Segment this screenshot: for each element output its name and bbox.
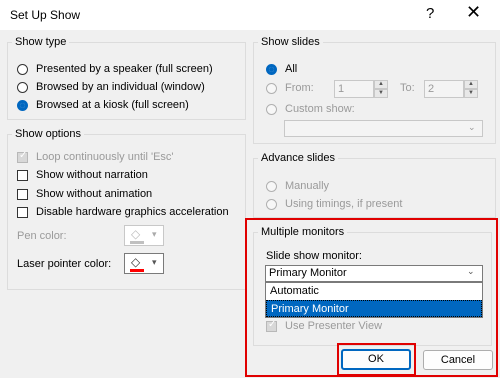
to-spin-up[interactable]: ▲ xyxy=(464,80,478,89)
laser-color-swatch xyxy=(130,269,144,272)
presented-by-speaker-radio[interactable] xyxy=(17,64,28,75)
advance-slides-legend: Advance slides xyxy=(258,152,338,164)
custom-show-select[interactable]: ⌄ xyxy=(284,120,483,137)
laser-pointer-color-label: Laser pointer color: xyxy=(17,258,112,270)
show-type-legend: Show type xyxy=(12,36,70,48)
chevron-down-icon: ▾ xyxy=(152,230,157,240)
monitor-dropdown-list: Automatic Primary Monitor xyxy=(265,282,483,318)
to-input[interactable]: 2 xyxy=(424,80,464,98)
browsed-by-individual-radio[interactable] xyxy=(17,82,28,93)
show-without-narration-label[interactable]: Show without narration xyxy=(36,169,148,181)
presented-by-speaker-label[interactable]: Presented by a speaker (full screen) xyxy=(36,63,213,75)
presenter-view-checkbox[interactable] xyxy=(266,319,277,332)
pen-color-label: Pen color: xyxy=(17,230,67,242)
ok-button[interactable]: OK xyxy=(341,349,411,370)
using-timings-label[interactable]: Using timings, if present xyxy=(285,198,402,210)
chevron-down-icon: ⌄ xyxy=(467,267,475,277)
show-without-animation-checkbox[interactable] xyxy=(17,189,28,200)
custom-show-label: Custom show: xyxy=(285,103,355,115)
pen-color-swatch xyxy=(130,241,144,244)
show-without-animation-label[interactable]: Show without animation xyxy=(36,188,152,200)
from-radio[interactable] xyxy=(266,83,277,94)
browsed-by-individual-label[interactable]: Browsed by an individual (window) xyxy=(36,81,205,93)
paint-bucket-icon: ◇ xyxy=(131,255,141,269)
browsed-at-kiosk-radio[interactable] xyxy=(17,100,28,111)
monitor-option-automatic[interactable]: Automatic xyxy=(266,283,482,300)
multiple-monitors-legend: Multiple monitors xyxy=(258,226,348,238)
slide-show-monitor-label: Slide show monitor: xyxy=(266,250,362,262)
monitor-option-primary[interactable]: Primary Monitor xyxy=(266,300,482,317)
browsed-at-kiosk-label[interactable]: Browsed at a kiosk (full screen) xyxy=(36,99,189,111)
manually-radio[interactable] xyxy=(266,181,277,192)
close-icon[interactable]: ✕ xyxy=(466,2,481,23)
show-slides-legend: Show slides xyxy=(258,36,323,48)
show-options-legend: Show options xyxy=(12,128,85,140)
show-without-narration-checkbox[interactable] xyxy=(17,170,28,181)
using-timings-radio[interactable] xyxy=(266,199,277,210)
from-spin-down[interactable]: ▼ xyxy=(374,89,388,98)
all-slides-label[interactable]: All xyxy=(285,63,297,75)
all-slides-radio[interactable] xyxy=(266,64,277,75)
chevron-down-icon: ▾ xyxy=(152,258,157,268)
chevron-down-icon: ⌄ xyxy=(468,123,476,133)
to-spin-down[interactable]: ▼ xyxy=(464,89,478,98)
from-label: From: xyxy=(285,82,314,94)
laser-pointer-color-picker[interactable]: ◇ ▾ xyxy=(124,253,164,274)
loop-continuously-checkbox[interactable] xyxy=(17,150,28,163)
disable-hw-acceleration-checkbox[interactable] xyxy=(17,207,28,218)
paint-bucket-icon: ◇ xyxy=(131,227,141,241)
slide-show-monitor-select[interactable]: Primary Monitor ⌄ xyxy=(265,265,483,282)
from-input[interactable]: 1 xyxy=(334,80,374,98)
disable-hw-acceleration-label[interactable]: Disable hardware graphics acceleration xyxy=(36,206,229,218)
cancel-button[interactable]: Cancel xyxy=(423,350,493,370)
pen-color-picker[interactable]: ◇ ▾ xyxy=(124,225,164,246)
from-spin-up[interactable]: ▲ xyxy=(374,80,388,89)
presenter-view-label[interactable]: Use Presenter View xyxy=(285,320,382,332)
slide-show-monitor-value: Primary Monitor xyxy=(269,267,347,279)
custom-show-radio[interactable] xyxy=(266,104,277,115)
dialog-title: Set Up Show xyxy=(10,8,81,22)
to-label: To: xyxy=(400,82,415,94)
manually-label[interactable]: Manually xyxy=(285,180,329,192)
loop-continuously-label[interactable]: Loop continuously until 'Esc' xyxy=(36,151,174,163)
help-button[interactable]: ? xyxy=(426,5,434,22)
